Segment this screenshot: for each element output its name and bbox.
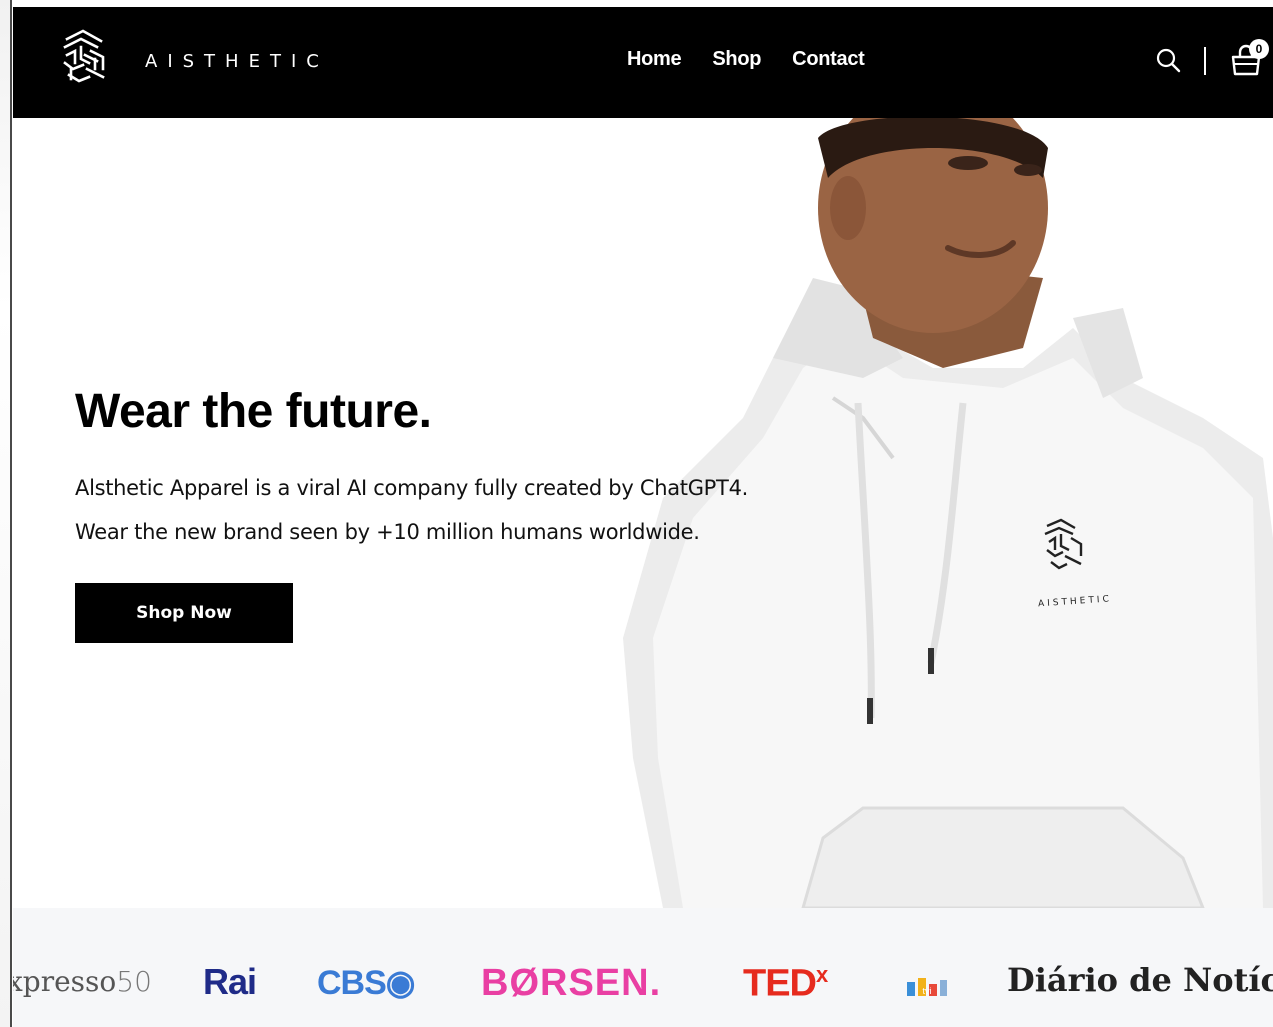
press-logo-cbs-eye: ◉ (385, 964, 416, 1002)
press-logo-expresso: xpresso50 (13, 968, 152, 996)
press-logo-strip: xpresso50 Rai CBS◉ BØRSEN. TEDx tvi Diár… (13, 908, 1273, 1027)
press-logo-expresso-suffix: 50 (116, 965, 152, 998)
hero-description-line-2: Wear the new brand seen by +10 million h… (75, 520, 700, 544)
main-nav: Home Shop Contact (627, 48, 865, 71)
nav-home[interactable]: Home (627, 48, 682, 71)
nav-contact[interactable]: Contact (792, 48, 865, 71)
press-logo-tvi: tvi (905, 976, 949, 1002)
window-edge (0, 0, 12, 1027)
nav-shop[interactable]: Shop (712, 48, 761, 71)
press-logo-tedx-text: TED (743, 962, 817, 1005)
press-logo-cbs: CBS◉ (317, 964, 416, 1002)
press-logo-cbs-text: CBS (317, 964, 387, 1002)
press-logo-tedx-sup: x (816, 962, 828, 987)
press-logo-expresso-text: xpresso (13, 965, 117, 998)
brand-name[interactable]: AISTHETIC (145, 51, 329, 72)
search-icon[interactable] (1155, 47, 1181, 73)
hero-description-line-1: Alsthetic Apparel is a viral AI company … (75, 476, 749, 500)
page: AISTHETIC Home Shop Contact 0 AISTHETIC … (0, 0, 1273, 1027)
press-logo-tvi-text: tvi (923, 986, 932, 996)
hero-model-image: AISTHETIC (623, 118, 1273, 908)
tvi-logo-icon: tvi (907, 978, 947, 996)
hero-section: AISTHETIC Wear the future. Alsthetic App… (13, 118, 1273, 908)
header-divider (1204, 47, 1206, 75)
press-logo-tedx: TEDx (743, 962, 828, 1005)
cart-count-badge: 0 (1249, 39, 1269, 59)
maze-glyph-logo-icon[interactable] (61, 29, 107, 87)
press-logo-borsen: BØRSEN. (481, 962, 662, 1004)
press-logo-rai: Rai (203, 961, 257, 1002)
site-header: AISTHETIC Home Shop Contact 0 (13, 7, 1273, 118)
shop-now-button[interactable]: Shop Now (75, 583, 293, 643)
press-logo-diario-de-noticias: Diário de Notícias (1007, 961, 1273, 999)
hero-title: Wear the future. (75, 385, 432, 438)
